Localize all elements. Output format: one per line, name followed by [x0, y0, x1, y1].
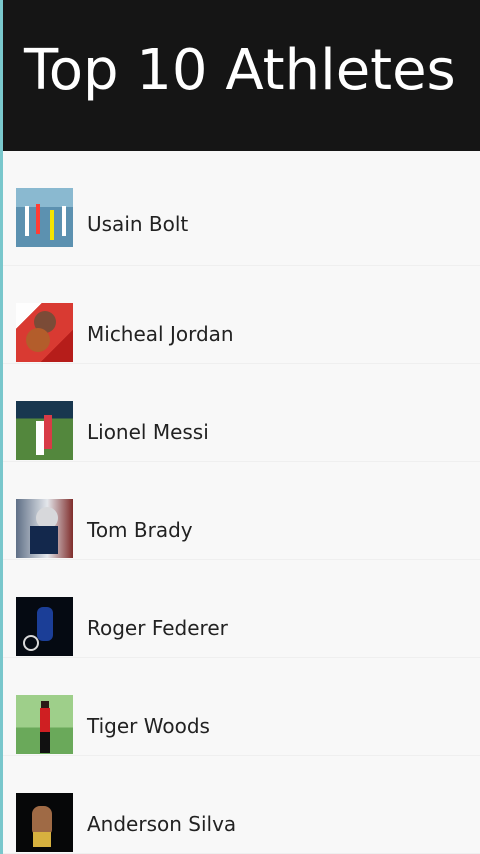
- athlete-photo-icon: [16, 597, 73, 656]
- athlete-name: Lionel Messi: [87, 420, 209, 444]
- athlete-name: Anderson Silva: [87, 812, 237, 836]
- list-item[interactable]: Anderson Silva: [3, 756, 480, 854]
- athlete-photo-icon: [16, 793, 73, 852]
- athlete-photo-icon: [16, 499, 73, 558]
- list-item[interactable]: Tiger Woods: [3, 658, 480, 756]
- list-item[interactable]: Tom Brady: [3, 462, 480, 560]
- list-item[interactable]: Usain Bolt: [3, 151, 480, 266]
- athlete-photo-icon: [16, 303, 73, 362]
- list-item[interactable]: Roger Federer: [3, 560, 480, 658]
- athlete-name: Micheal Jordan: [87, 322, 234, 346]
- list-item[interactable]: Micheal Jordan: [3, 266, 480, 364]
- athlete-name: Tom Brady: [87, 518, 193, 542]
- athlete-name: Tiger Woods: [87, 714, 210, 738]
- athlete-name: Usain Bolt: [87, 212, 189, 236]
- athlete-photo-icon: [16, 188, 73, 247]
- page-title: Top 10 Athletes: [24, 38, 456, 103]
- list-item[interactable]: Lionel Messi: [3, 364, 480, 462]
- app-header: Top 10 Athletes: [3, 0, 480, 151]
- athlete-name: Roger Federer: [87, 616, 228, 640]
- athlete-list[interactable]: Usain Bolt Micheal Jordan Lionel Messi T…: [3, 151, 480, 854]
- athlete-photo-icon: [16, 401, 73, 460]
- athlete-photo-icon: [16, 695, 73, 754]
